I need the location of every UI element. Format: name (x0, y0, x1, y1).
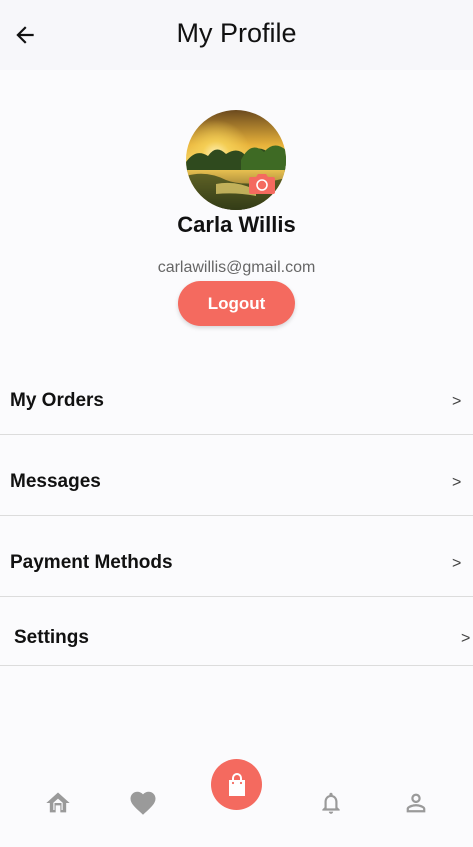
user-email: carlawillis@gmail.com (157, 259, 316, 276)
nav-notifications-button[interactable] (316, 787, 346, 819)
page-title: My Profile (176, 18, 297, 48)
bottom-navigation (0, 757, 473, 847)
home-icon (46, 792, 70, 813)
bell-icon (322, 792, 340, 814)
nav-favorites-button[interactable] (127, 787, 159, 819)
logout-button[interactable]: Logout (178, 281, 295, 326)
chevron-right-icon: > (461, 630, 471, 647)
chevron-right-icon: > (452, 474, 462, 491)
menu-item-label: Settings (14, 627, 89, 648)
menu-item-label: My Orders (10, 390, 104, 411)
chevron-right-icon: > (452, 555, 462, 572)
heart-icon (130, 791, 156, 815)
user-name: Carla Willis (177, 212, 296, 237)
shopping-bag-icon (228, 772, 245, 796)
menu-item-label: Messages (10, 471, 101, 492)
chevron-right-icon: > (452, 393, 462, 410)
nav-profile-button[interactable] (401, 788, 431, 818)
menu-item-my-orders[interactable]: My Orders > (0, 369, 473, 435)
app-header: My Profile (0, 0, 473, 70)
menu-item-payment-methods[interactable]: Payment Methods > (0, 516, 473, 597)
change-photo-button[interactable] (248, 172, 276, 196)
cart-button[interactable] (211, 759, 262, 810)
menu-item-label: Payment Methods (10, 552, 173, 573)
menu-item-messages[interactable]: Messages > (0, 435, 473, 516)
avatar-container (186, 110, 286, 210)
person-icon (406, 793, 426, 813)
camera-icon (249, 174, 275, 194)
menu-item-settings[interactable]: Settings > (0, 597, 473, 666)
nav-home-button[interactable] (43, 788, 73, 818)
profile-screen: My Profile Carla Willis carlawillis@gmai… (0, 0, 473, 847)
